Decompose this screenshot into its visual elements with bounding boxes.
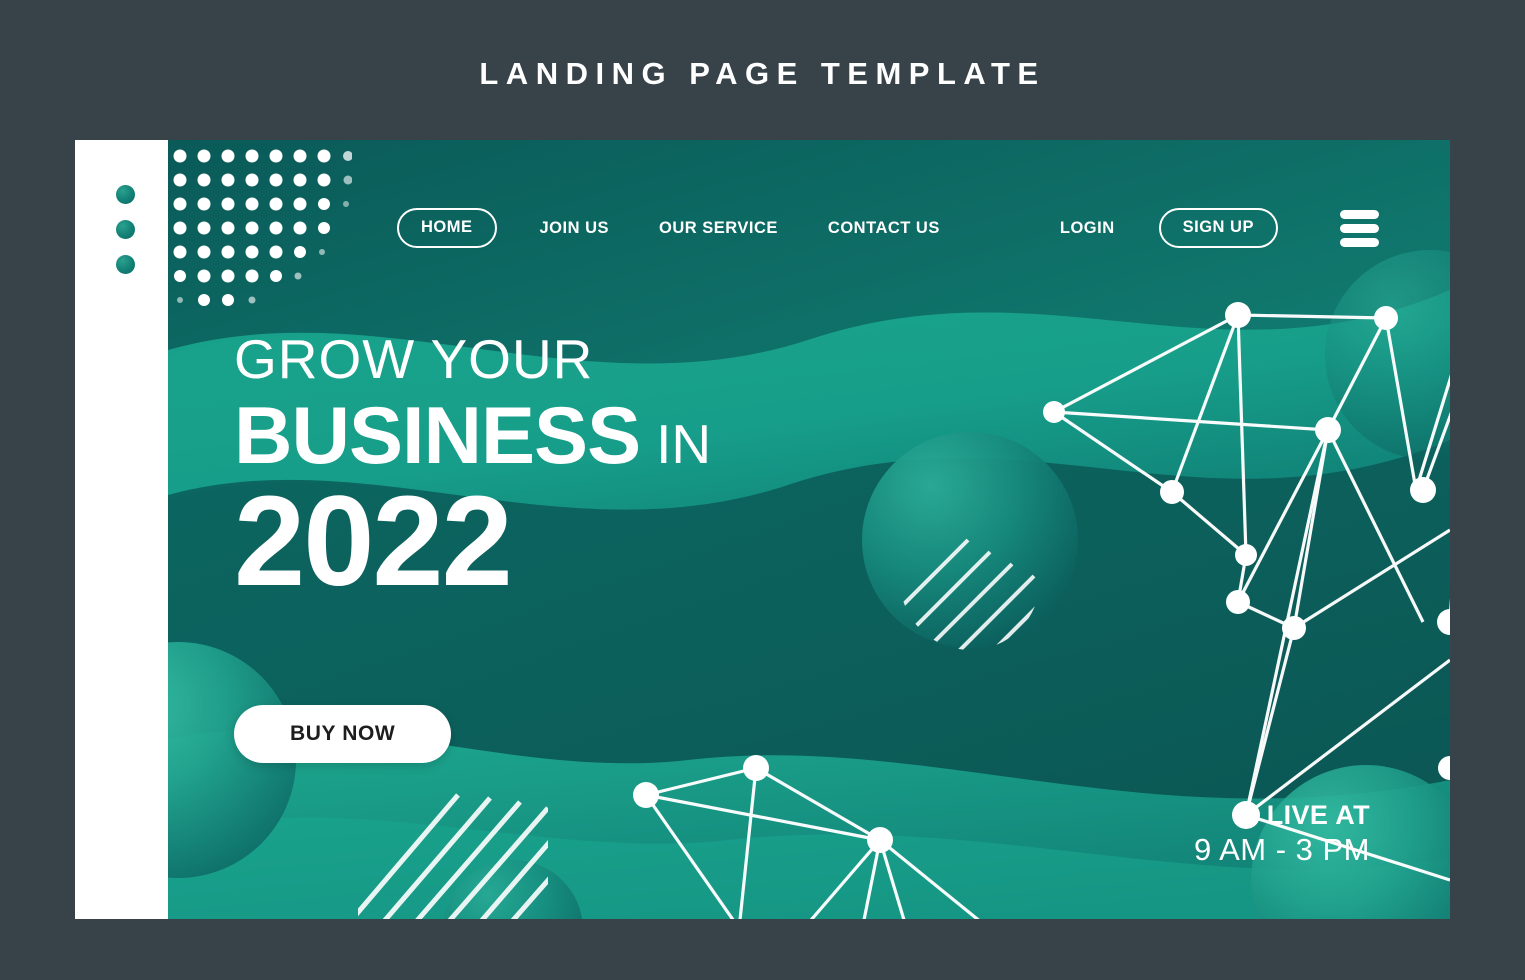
hamburger-bar-3 bbox=[1339, 237, 1379, 247]
nav-item-login[interactable]: LOGIN bbox=[1060, 219, 1115, 238]
live-schedule-block: LIVE AT 9 AM - 3 PM bbox=[1194, 800, 1370, 868]
nav-item-contact-us[interactable]: CONTACT US bbox=[828, 219, 940, 238]
landing-page-card: HOME JOIN US OUR SERVICE CONTACT US LOGI… bbox=[75, 140, 1450, 919]
hero-headline-in: IN bbox=[656, 413, 712, 475]
rail-dot-3-icon bbox=[116, 255, 135, 274]
nav-item-sign-up[interactable]: SIGN UP bbox=[1158, 208, 1278, 248]
hero-headline-line2: BUSINESS IN bbox=[234, 396, 711, 477]
live-at-label: LIVE AT bbox=[1194, 800, 1370, 831]
buy-now-button[interactable]: BUY NOW bbox=[234, 705, 452, 763]
hero-text-block: GROW YOUR BUSINESS IN 2022 bbox=[234, 328, 711, 613]
hamburger-menu-icon[interactable] bbox=[1339, 209, 1379, 247]
nav-item-home[interactable]: HOME bbox=[397, 208, 497, 248]
rail-dot-1-icon bbox=[116, 185, 135, 204]
hamburger-bar-2 bbox=[1339, 223, 1379, 233]
live-time-text: 9 AM - 3 PM bbox=[1193, 832, 1370, 868]
hero-headline-line1: GROW YOUR bbox=[234, 328, 594, 390]
hero-headline-year: 2022 bbox=[234, 470, 513, 613]
hero-headline-business: BUSINESS bbox=[234, 391, 641, 481]
rail-dot-group bbox=[116, 185, 135, 274]
nav-items: HOME JOIN US OUR SERVICE CONTACT US LOGI… bbox=[397, 208, 1379, 248]
nav-item-join-us[interactable]: JOIN US bbox=[540, 219, 610, 238]
page-title: LANDING PAGE TEMPLATE bbox=[479, 56, 1046, 91]
rail-dot-2-icon bbox=[116, 220, 135, 239]
bullet-dot-icon bbox=[1246, 808, 1258, 820]
live-at-text: LIVE AT bbox=[1266, 800, 1370, 830]
hamburger-bar-1 bbox=[1339, 209, 1379, 219]
nav-item-our-service[interactable]: OUR SERVICE bbox=[659, 219, 778, 238]
